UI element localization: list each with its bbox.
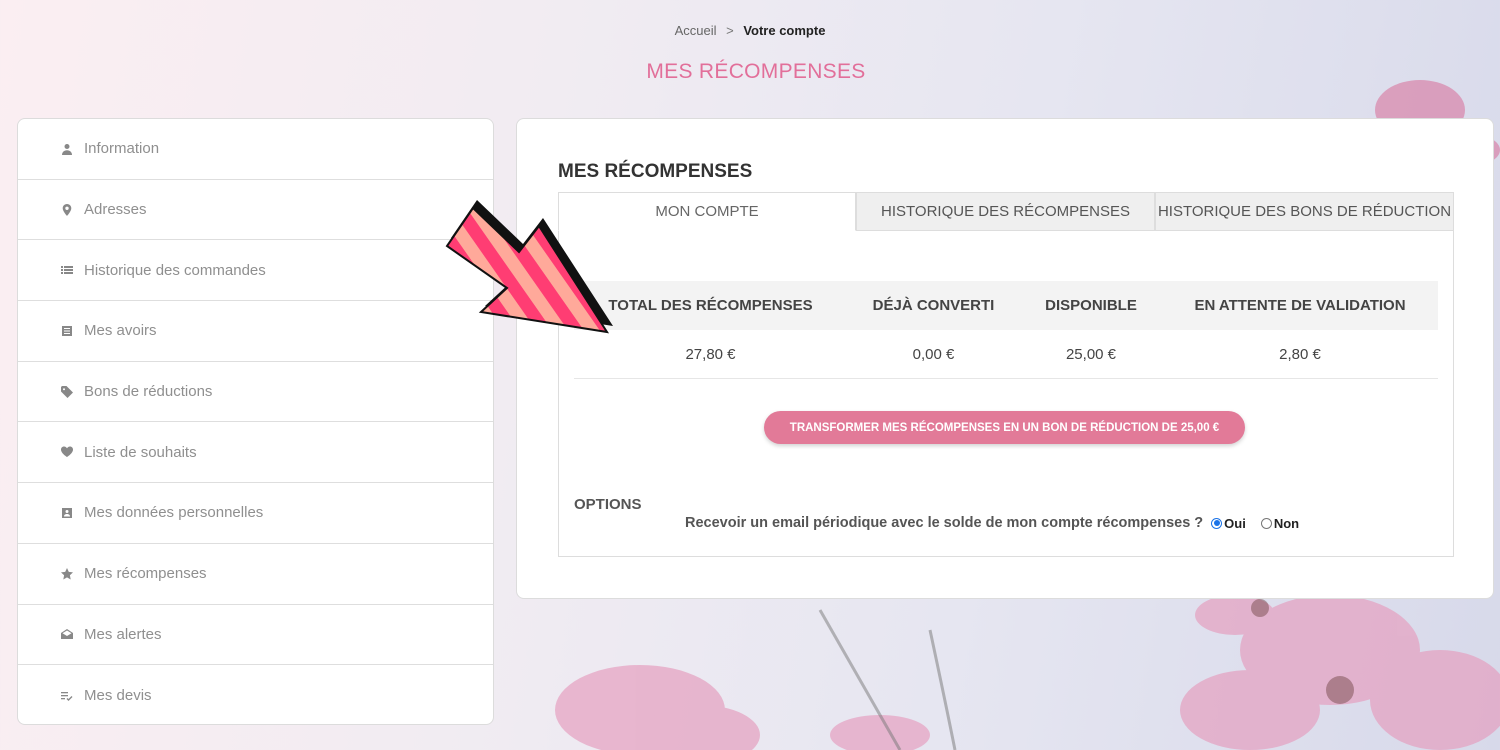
sidebar-item-credit-slips[interactable]: Mes avoirs [18, 301, 493, 362]
sidebar-item-personal-data[interactable]: Mes données personnelles [18, 483, 493, 544]
sidebar-item-label: Historique des commandes [84, 261, 266, 279]
table-row: 27,80 € 0,00 € 25,00 € 2,80 € [574, 330, 1438, 379]
account-sidebar: Information Adresses Historique des comm… [17, 118, 494, 725]
envelope-open-icon [60, 628, 74, 640]
panel-title: MES RÉCOMPENSES [558, 161, 753, 182]
radio-no[interactable]: Non [1260, 515, 1300, 531]
radio-yes-circle[interactable] [1211, 517, 1223, 529]
radio-yes[interactable]: Oui [1211, 516, 1246, 531]
radio-no-label: Non [1273, 515, 1300, 531]
sidebar-item-alerts[interactable]: Mes alertes [18, 605, 493, 666]
rewards-panel: MES RÉCOMPENSES MON COMPTE HISTORIQUE DE… [516, 118, 1494, 599]
sidebar-item-order-history[interactable]: Historique des commandes [18, 240, 493, 302]
sidebar-item-vouchers[interactable]: Bons de réductions [18, 362, 493, 423]
col-pending-validation: EN ATTENTE DE VALIDATION [1162, 281, 1438, 330]
page-title: MES RÉCOMPENSES [646, 60, 866, 83]
sidebar-item-label: Mes alertes [84, 625, 162, 643]
sidebar-item-label: Mes devis [84, 687, 152, 705]
sidebar-item-quotes[interactable]: Mes devis [18, 665, 493, 724]
user-icon [60, 143, 74, 155]
map-pin-icon [60, 203, 74, 216]
tag-icon [60, 385, 74, 398]
already-converted-value: 0,00 € [847, 330, 1020, 379]
radio-yes-label: Oui [1224, 515, 1246, 531]
pointer-arrow-icon [445, 200, 613, 334]
tab-content [558, 230, 1454, 557]
id-card-icon [60, 507, 74, 519]
star-icon [60, 567, 74, 580]
col-available: DISPONIBLE [1020, 281, 1162, 330]
heart-icon [60, 446, 74, 458]
col-already-converted: DÉJÀ CONVERTI [847, 281, 1020, 330]
tab-rewards-history[interactable]: HISTORIQUE DES RÉCOMPENSES [856, 192, 1155, 231]
pending-validation-value: 2,80 € [1162, 330, 1438, 379]
sidebar-item-label: Mes données personnelles [84, 504, 264, 522]
email-question-label: Recevoir un email périodique avec le sol… [685, 515, 1204, 531]
sidebar-item-addresses[interactable]: Adresses [18, 180, 493, 241]
radio-no-circle[interactable] [1260, 517, 1272, 529]
convert-rewards-button[interactable]: TRANSFORMER MES RÉCOMPENSES EN UN BON DE… [764, 411, 1245, 444]
receipt-icon [60, 325, 74, 337]
breadcrumb-separator: > [726, 23, 734, 38]
sidebar-item-label: Bons de réductions [84, 383, 213, 401]
table-header-row: TOTAL DES RÉCOMPENSES DÉJÀ CONVERTI DISP… [574, 281, 1438, 330]
rewards-summary-table: TOTAL DES RÉCOMPENSES DÉJÀ CONVERTI DISP… [574, 281, 1438, 379]
breadcrumb: Accueil > Votre compte [0, 23, 1500, 38]
options-heading: OPTIONS [574, 496, 642, 513]
tab-vouchers-history[interactable]: HISTORIQUE DES BONS DE RÉDUCTION [1155, 192, 1454, 231]
sidebar-item-wishlist[interactable]: Liste de souhaits [18, 422, 493, 484]
checklist-icon [60, 690, 74, 702]
sidebar-item-label: Mes récompenses [84, 565, 207, 583]
breadcrumb-current: Votre compte [743, 23, 826, 38]
sidebar-item-label: Mes avoirs [84, 322, 157, 340]
list-icon [60, 264, 74, 276]
email-preference-row: Recevoir un email périodique avec le sol… [685, 515, 1299, 531]
sidebar-item-rewards[interactable]: Mes récompenses [18, 544, 493, 605]
sidebar-item-label: Information [84, 140, 160, 158]
sidebar-item-label: Adresses [84, 201, 147, 219]
breadcrumb-home-link[interactable]: Accueil [675, 23, 717, 38]
sidebar-item-information[interactable]: Information [18, 119, 493, 180]
sidebar-item-label: Liste de souhaits [84, 443, 197, 461]
available-value: 25,00 € [1020, 330, 1162, 379]
